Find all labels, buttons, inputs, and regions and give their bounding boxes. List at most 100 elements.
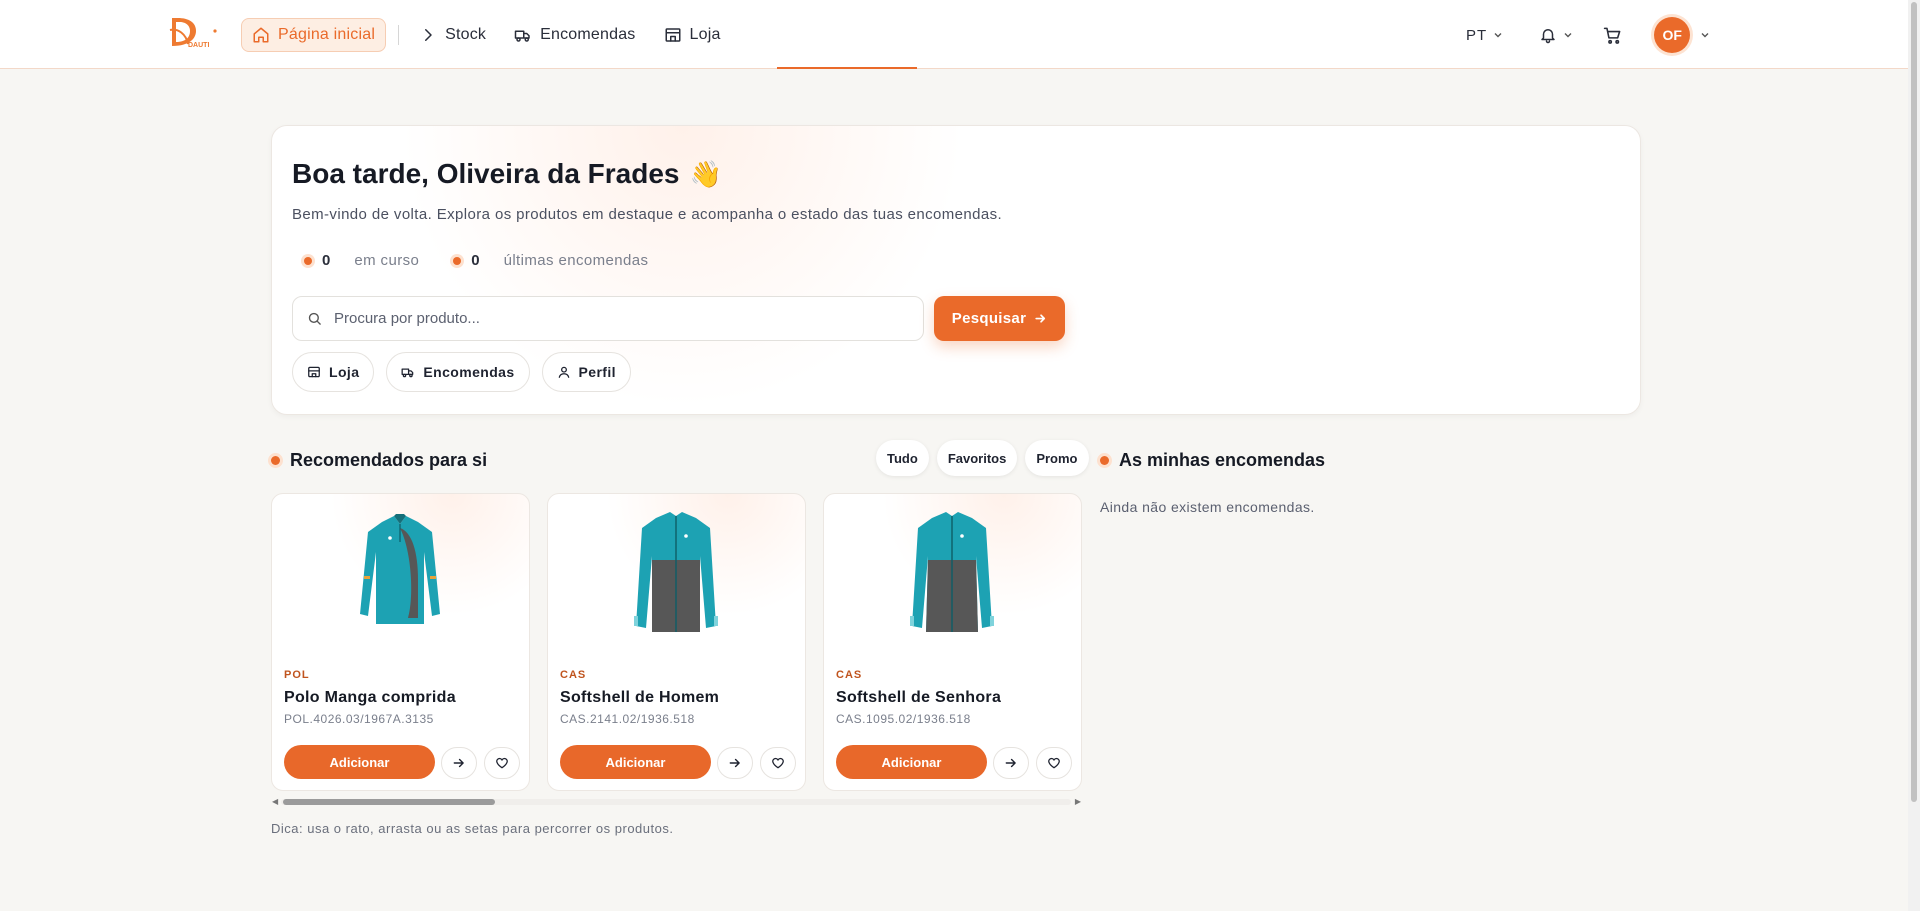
arrow-right-icon (453, 758, 464, 768)
product-carousel[interactable]: POL Polo Manga comprida POL.4026.03/1967… (271, 493, 1082, 791)
stat-last-orders: 0 últimas encomendas (453, 252, 648, 269)
product-card[interactable]: CAS Softshell de Homem CAS.2141.02/1936.… (547, 493, 806, 791)
store-icon (665, 28, 680, 42)
arrow-right-icon (1035, 314, 1046, 323)
avatar: OF (1654, 17, 1691, 53)
heart-icon (772, 757, 784, 769)
stat-label: em curso (354, 252, 420, 269)
search-input[interactable] (334, 310, 894, 327)
user-menu[interactable]: OF (1654, 17, 1710, 53)
language-label: PT (1466, 26, 1488, 44)
orders-empty-message: Ainda não existem encomendas. (1100, 499, 1315, 515)
main-nav: Página inicial Stock Encomendas Loja (241, 18, 731, 52)
search-button-label: Pesquisar (951, 310, 1027, 327)
quick-links: Loja Encomendas Perfil (292, 352, 631, 392)
nav-item-encomendas[interactable]: Encomendas (504, 18, 645, 52)
product-category: CAS (560, 669, 587, 681)
product-name[interactable]: Softshell de Senhora (836, 689, 1001, 707)
product-name[interactable]: Softshell de Homem (560, 689, 719, 707)
recommended-title: Recomendados para si (290, 450, 488, 470)
view-product-button[interactable] (441, 747, 477, 779)
scrollbar-thumb[interactable] (283, 799, 495, 805)
quick-link-encomendas[interactable]: Encomendas (386, 352, 530, 392)
section-dot (1100, 456, 1109, 465)
favorite-button[interactable] (760, 747, 796, 779)
recommended-heading: Recomendados para si (271, 450, 487, 471)
add-to-cart-button[interactable]: Adicionar (560, 745, 711, 779)
view-product-button[interactable] (993, 747, 1029, 779)
add-to-cart-button[interactable]: Adicionar (284, 745, 435, 779)
truck-icon (401, 368, 414, 378)
page-scrollbar[interactable] (1908, 0, 1920, 911)
cart-button[interactable] (1603, 26, 1622, 45)
product-search-box[interactable] (292, 296, 924, 341)
greeting-text: Boa tarde, Oliveira da Frades (292, 158, 680, 189)
filter-tudo[interactable]: Tudo (876, 440, 929, 476)
order-stats: 0 em curso 0 últimas encomendas (304, 252, 648, 269)
product-image (634, 512, 718, 632)
product-category: CAS (836, 669, 863, 681)
wave-emoji: 👋 (689, 158, 722, 189)
product-card[interactable]: CAS Softshell de Senhora CAS.1095.02/193… (823, 493, 1082, 791)
scroll-right-arrow-icon[interactable]: ▶ (1075, 797, 1081, 806)
page-scrollbar-thumb[interactable] (1911, 2, 1917, 802)
nav-item-label: Stock (445, 26, 487, 43)
cart-icon (1603, 27, 1621, 44)
favorite-button[interactable] (484, 747, 520, 779)
welcome-subtitle: Bem-vindo de volta. Explora os produtos … (292, 206, 1003, 223)
carousel-hint: Dica: usa o rato, arrasta ou as setas pa… (271, 821, 674, 836)
quick-link-label: Loja (329, 364, 360, 380)
nav-active-indicator (777, 67, 917, 69)
product-image (910, 512, 994, 632)
filter-promo[interactable]: Promo (1025, 440, 1089, 476)
orders-title: As minhas encomendas (1119, 450, 1326, 470)
add-to-cart-button[interactable]: Adicionar (836, 745, 987, 779)
product-image (360, 514, 440, 624)
header-tools: PT OF (1466, 17, 1710, 53)
status-dot (453, 256, 462, 265)
stat-value: 0 (322, 252, 331, 269)
arrow-right-icon (1005, 758, 1016, 768)
quick-link-label: Encomendas (423, 364, 515, 380)
quick-link-label: Perfil (578, 364, 616, 380)
dauti-logo[interactable]: DAUTI (168, 16, 220, 52)
heart-icon (496, 757, 508, 769)
quick-link-loja[interactable]: Loja (292, 352, 375, 392)
greeting-heading: Boa tarde, Oliveira da Frades 👋 (292, 158, 722, 190)
search-button[interactable]: Pesquisar (934, 296, 1065, 341)
heart-icon (1048, 757, 1060, 769)
chevron-down-icon (1564, 33, 1572, 38)
section-dot (271, 456, 280, 465)
nav-item-stock[interactable]: Stock (409, 18, 496, 52)
product-category: POL (284, 669, 310, 681)
chevron-down-icon (1494, 33, 1502, 38)
product-card[interactable]: POL Polo Manga comprida POL.4026.03/1967… (271, 493, 530, 791)
nav-item-label: Loja (689, 26, 721, 43)
scroll-left-arrow-icon[interactable]: ◀ (272, 797, 278, 806)
user-icon (558, 366, 569, 378)
favorite-button[interactable] (1036, 747, 1072, 779)
stat-in-progress: 0 em curso (304, 252, 419, 269)
home-icon (253, 27, 269, 43)
product-reference: POL.4026.03/1967A.3135 (284, 712, 434, 726)
filter-favoritos[interactable]: Favoritos (936, 440, 1018, 476)
language-selector[interactable]: PT (1466, 27, 1503, 44)
bell-icon (1541, 29, 1555, 44)
stat-label: últimas encomendas (503, 252, 649, 269)
product-reference: CAS.2141.02/1936.518 (560, 712, 695, 726)
nav-divider (398, 25, 400, 45)
top-navigation-bar: DAUTI Página inicial Stock Encomendas Lo… (0, 0, 1908, 69)
view-product-button[interactable] (717, 747, 753, 779)
product-name[interactable]: Polo Manga comprida (284, 689, 456, 707)
svg-text:DAUTI: DAUTI (188, 42, 209, 49)
welcome-card: Boa tarde, Oliveira da Frades 👋 Bem-vind… (271, 125, 1641, 415)
notifications-button[interactable] (1539, 26, 1573, 44)
carousel-scrollbar[interactable]: ◀ ▶ (271, 796, 1082, 808)
nav-item-home[interactable]: Página inicial (241, 18, 387, 52)
chevron-right-icon (425, 29, 432, 41)
nav-item-loja[interactable]: Loja (654, 18, 731, 52)
stat-value: 0 (471, 252, 480, 269)
truck-icon (514, 30, 530, 42)
quick-link-perfil[interactable]: Perfil (541, 352, 631, 392)
product-filters: Tudo Favoritos Promo (876, 440, 1089, 476)
